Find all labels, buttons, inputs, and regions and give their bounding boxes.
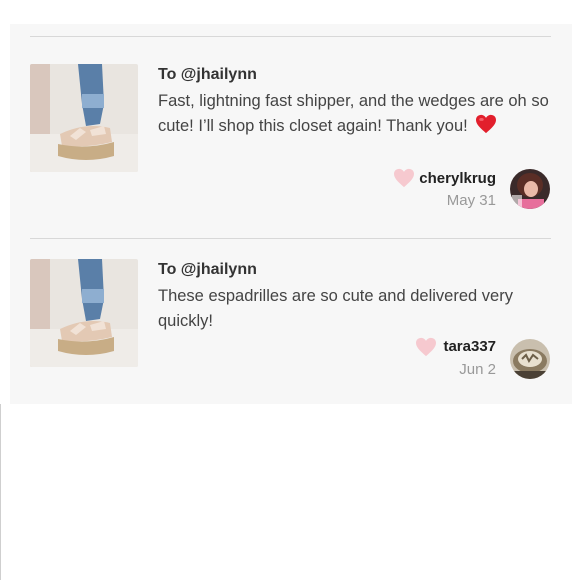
- reviewer-avatar[interactable]: [510, 339, 550, 379]
- product-thumbnail[interactable]: [30, 259, 138, 367]
- reviews-card: To @jhailynn Fast, lightning fast shippe…: [10, 24, 572, 404]
- divider: [30, 238, 551, 239]
- divider: [30, 36, 551, 37]
- reviewer-avatar[interactable]: [510, 169, 550, 209]
- reviewer-username[interactable]: tara337: [443, 338, 496, 355]
- review-date: May 31: [446, 192, 496, 209]
- recipient-label: To @jhailynn: [158, 261, 257, 278]
- reviewer-username[interactable]: cherylkrug: [419, 170, 496, 187]
- review-message: These espadrilles are so cute and delive…: [158, 287, 513, 330]
- product-thumbnail[interactable]: [30, 64, 138, 172]
- red-heart-emoji-icon: [476, 114, 497, 134]
- recipient-label: To @jhailynn: [158, 66, 257, 83]
- review-date: Jun 2: [459, 361, 496, 378]
- left-edge-line: [0, 404, 1, 580]
- like-heart-icon[interactable]: [415, 337, 437, 357]
- review-message: Fast, lightning fast shipper, and the we…: [158, 89, 558, 139]
- like-heart-icon[interactable]: [393, 168, 415, 188]
